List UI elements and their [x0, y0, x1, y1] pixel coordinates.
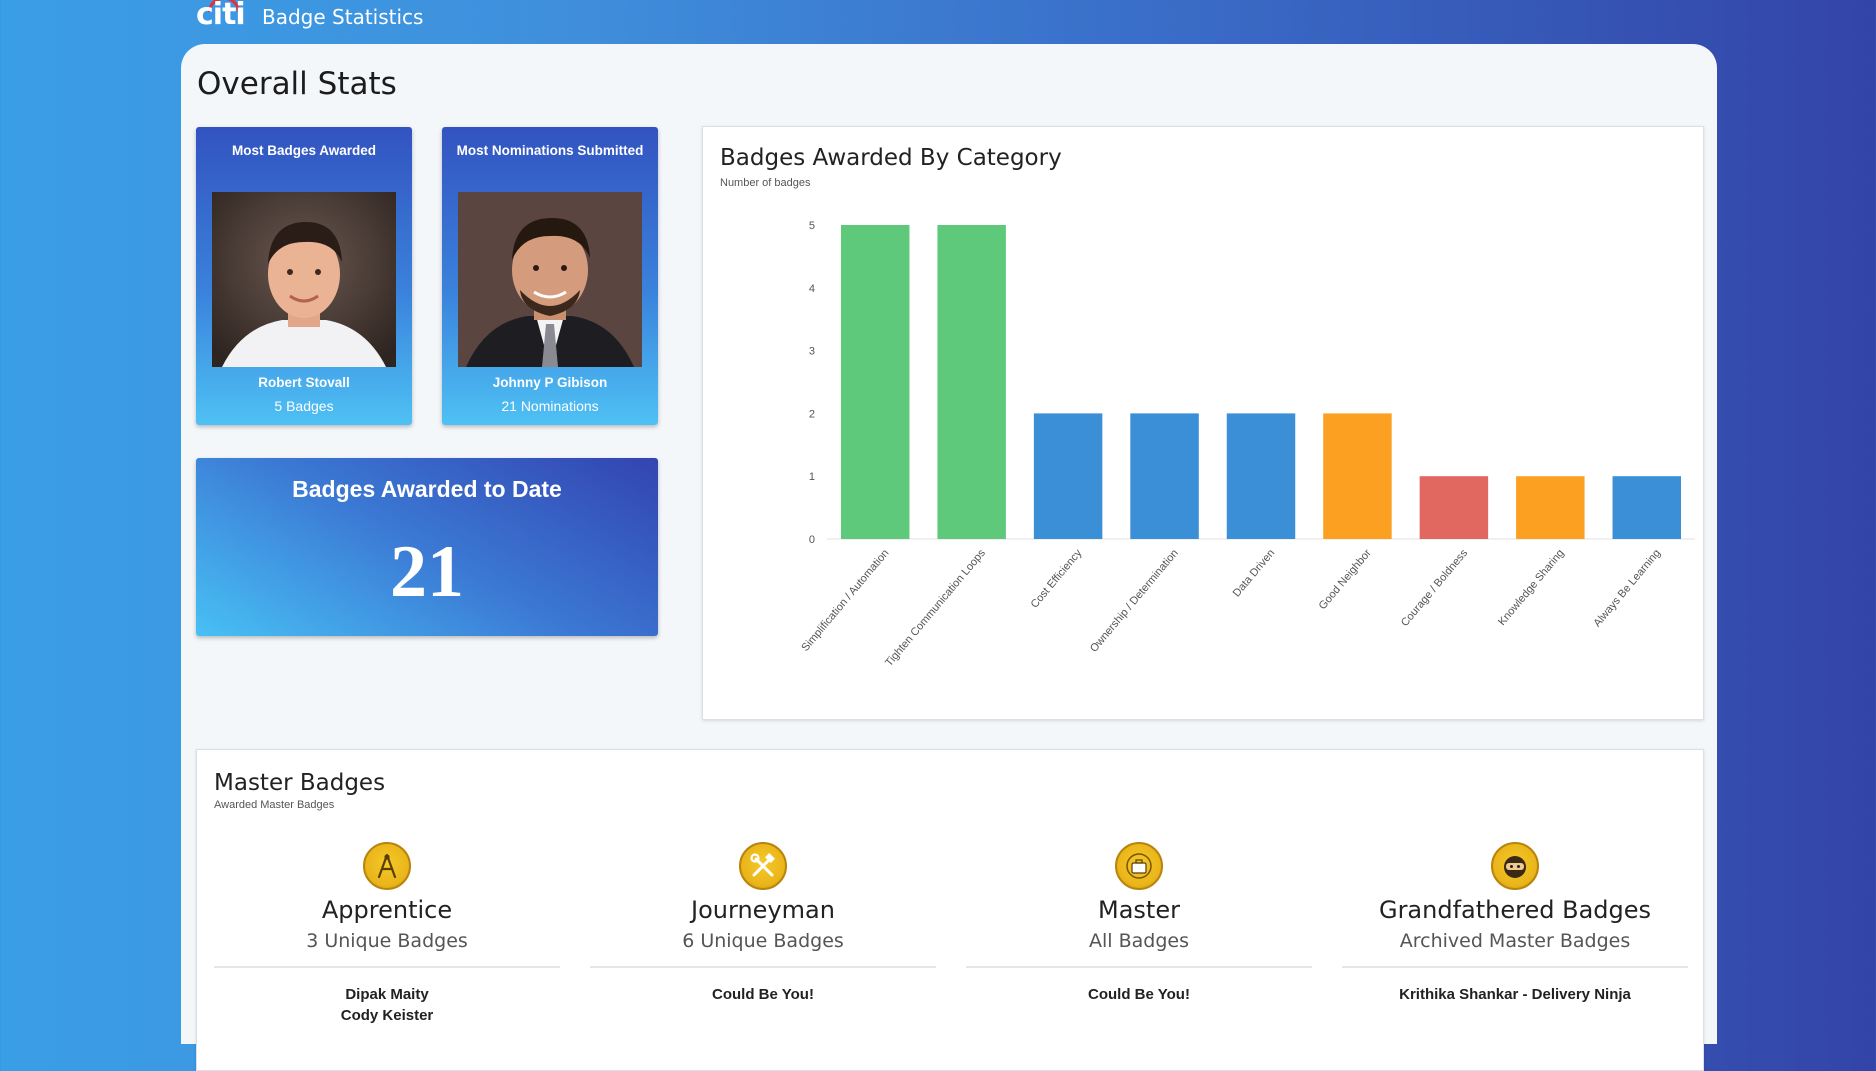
x-tick-label: Knowledge Sharing	[1496, 547, 1567, 628]
most-nominations-card[interactable]: Most Nominations Submitted Johnny P Gibi…	[442, 127, 658, 425]
bar[interactable]	[1612, 476, 1682, 539]
bar[interactable]	[1419, 476, 1489, 539]
recipient-name: Could Be You!	[712, 986, 814, 1003]
y-tick-label: 1	[809, 471, 815, 483]
bar[interactable]	[840, 225, 910, 539]
to-date-label: Badges Awarded to Date	[292, 476, 562, 502]
briefcase-icon	[1115, 842, 1163, 890]
master-title: Master Badges	[214, 770, 386, 796]
x-tick-label: Always Be Learning	[1591, 547, 1663, 629]
recipient-name: Cody Keister	[340, 1007, 434, 1024]
y-tick-label: 4	[809, 283, 815, 295]
bar[interactable]	[1323, 413, 1392, 539]
divider	[1342, 966, 1688, 968]
avatar	[212, 192, 396, 367]
avatar	[458, 192, 642, 367]
bar[interactable]	[1130, 413, 1199, 539]
tier-master[interactable]: Master All Badges Could Be You!	[966, 842, 1312, 1005]
x-tick-label: Simplification / Automation	[799, 547, 891, 654]
y-tick-label: 5	[809, 220, 815, 232]
ninja-icon	[1491, 842, 1539, 890]
recipient-name: Could Be You!	[1088, 986, 1190, 1003]
bar[interactable]	[1516, 476, 1585, 539]
tier-desc: 6 Unique Badges	[682, 930, 844, 952]
to-date-value: 21	[390, 531, 464, 613]
divider	[214, 966, 560, 968]
tier-name: Master	[1098, 896, 1180, 924]
x-tick-label: Courage / Boldness	[1399, 547, 1471, 629]
tier-desc: Archived Master Badges	[1399, 930, 1631, 952]
x-tick-label: Data Driven	[1231, 547, 1278, 599]
x-tick-label: Ownership / Determination	[1088, 547, 1181, 654]
bar[interactable]	[1033, 413, 1103, 539]
y-tick-label: 0	[809, 534, 815, 546]
y-tick-label: 3	[809, 346, 815, 358]
person-name: Johnny P Gibison	[492, 375, 608, 390]
nomination-count: 21 Nominations	[501, 398, 599, 414]
badge-count: 5 Badges	[274, 398, 334, 414]
x-tick-label: Tighten Communication Loops	[883, 547, 988, 669]
tier-apprentice[interactable]: Apprentice 3 Unique Badges Dipak Maity C…	[214, 842, 560, 1026]
recipient-name: Dipak Maity	[345, 986, 429, 1003]
most-badges-card[interactable]: Most Badges Awarded Robert Stovall 5 Bad…	[196, 127, 412, 425]
master-subtitle: Awarded Master Badges	[214, 799, 335, 811]
tier-journeyman[interactable]: Journeyman 6 Unique Badges Could Be You!	[590, 842, 936, 1005]
x-tick-label: Cost Efficiency	[1029, 547, 1085, 611]
top-bar: citi Badge Statistics	[0, 0, 1876, 40]
badges-to-date-card: Badges Awarded to Date 21	[196, 458, 658, 636]
y-tick-label: 2	[809, 408, 815, 420]
divider	[966, 966, 1312, 968]
recipient-name: Krithika Shankar - Delivery Ninja	[1399, 986, 1631, 1003]
bar[interactable]	[937, 225, 1006, 539]
category-chart-card: Badges Awarded By Category Number of bad…	[702, 126, 1704, 720]
tier-desc: All Badges	[1089, 930, 1189, 952]
tier-grandfathered[interactable]: Grandfathered Badges Archived Master Bad…	[1342, 842, 1688, 1005]
divider	[590, 966, 936, 968]
app-title: Badge Statistics	[262, 5, 424, 29]
tier-desc: 3 Unique Badges	[306, 930, 468, 952]
x-tick-label: Good Neighbor	[1317, 547, 1374, 612]
master-badges-card: Master Badges Awarded Master Badges Appr…	[196, 749, 1704, 1071]
tier-name: Grandfathered Badges	[1378, 896, 1652, 924]
bar[interactable]	[1226, 413, 1296, 539]
main-panel: Overall Stats Most Badges Awarded Robert…	[181, 44, 1717, 1071]
tier-name: Apprentice	[321, 896, 453, 924]
tools-icon	[739, 842, 787, 890]
tier-name: Journeyman	[691, 896, 835, 924]
card-title: Most Badges Awarded	[231, 143, 377, 158]
page-title: Overall Stats	[197, 66, 397, 102]
card-title: Most Nominations Submitted	[456, 143, 644, 158]
compass-icon	[363, 842, 411, 890]
person-name: Robert Stovall	[258, 375, 350, 390]
bar-chart: 0 1 2 3 4 5 Simplification / AutomationTighten…	[799, 220, 1695, 669]
